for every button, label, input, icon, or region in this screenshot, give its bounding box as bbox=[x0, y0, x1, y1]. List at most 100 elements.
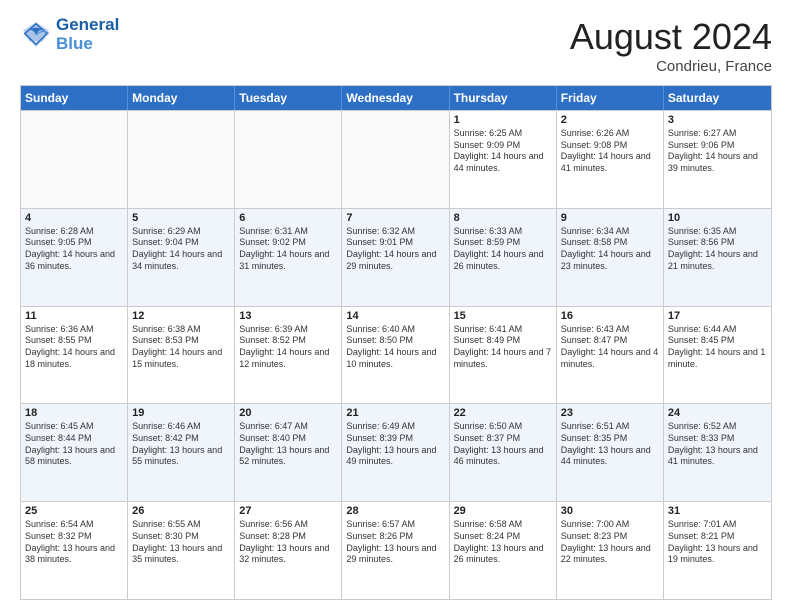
cell-info: Sunrise: 7:00 AM Sunset: 8:23 PM Dayligh… bbox=[561, 519, 659, 566]
day-number: 1 bbox=[454, 114, 552, 126]
day-cell-16: 16Sunrise: 6:43 AM Sunset: 8:47 PM Dayli… bbox=[557, 307, 664, 404]
calendar-row-3: 18 Sunrise: 6:45 AM Sunset: 8:44 PM Dayli… bbox=[21, 403, 771, 501]
day-number: 25 bbox=[25, 505, 123, 517]
day-number: 20 bbox=[239, 407, 337, 419]
header-day-friday: Friday bbox=[557, 86, 664, 110]
day-number: 12 bbox=[132, 310, 230, 322]
logo-icon bbox=[20, 19, 52, 51]
cell-info: Sunrise: 6:54 AM Sunset: 8:32 PM Dayligh… bbox=[25, 519, 123, 566]
day-number: 8 bbox=[454, 212, 552, 224]
cell-info: Sunrise: 6:58 AM Sunset: 8:24 PM Dayligh… bbox=[454, 519, 552, 566]
day-cell-25: 25 Sunrise: 6:54 AM Sunset: 8:32 PM Dayli… bbox=[21, 502, 128, 599]
day-number: 31 bbox=[668, 505, 767, 517]
day-number: 7 bbox=[346, 212, 444, 224]
day-cell-19: 19Sunrise: 6:46 AM Sunset: 8:42 PM Dayli… bbox=[128, 404, 235, 501]
day-number: 26 bbox=[132, 505, 230, 517]
cell-info: Sunrise: 6:32 AM Sunset: 9:01 PM Dayligh… bbox=[346, 226, 444, 273]
header: General Blue August 2024 Condrieu, Franc… bbox=[20, 16, 772, 75]
day-cell-10: 10 Sunrise: 6:35 AM Sunset: 8:56 PM Dayli… bbox=[664, 209, 771, 306]
cell-info: Sunrise: 6:36 AM Sunset: 8:55 PM Dayligh… bbox=[25, 324, 123, 371]
calendar-header: SundayMondayTuesdayWednesdayThursdayFrid… bbox=[21, 86, 771, 110]
day-cell-31: 31 Sunrise: 7:01 AM Sunset: 8:21 PM Dayli… bbox=[664, 502, 771, 599]
month-year: August 2024 bbox=[570, 16, 772, 58]
cell-info: Sunrise: 6:26 AM Sunset: 9:08 PM Dayligh… bbox=[561, 128, 659, 175]
day-number: 15 bbox=[454, 310, 552, 322]
cell-info: Sunrise: 6:50 AM Sunset: 8:37 PM Dayligh… bbox=[454, 421, 552, 468]
calendar-row-0: 1 Sunrise: 6:25 AM Sunset: 9:09 PM Daylig… bbox=[21, 110, 771, 208]
day-cell-30: 30 Sunrise: 7:00 AM Sunset: 8:23 PM Dayli… bbox=[557, 502, 664, 599]
day-number: 6 bbox=[239, 212, 337, 224]
day-cell-6: 6 Sunrise: 6:31 AM Sunset: 9:02 PM Daylig… bbox=[235, 209, 342, 306]
calendar-row-4: 25 Sunrise: 6:54 AM Sunset: 8:32 PM Dayli… bbox=[21, 501, 771, 599]
day-cell-11: 11 Sunrise: 6:36 AM Sunset: 8:55 PM Dayli… bbox=[21, 307, 128, 404]
day-cell-5: 5Sunrise: 6:29 AM Sunset: 9:04 PM Daylig… bbox=[128, 209, 235, 306]
day-cell-empty-0-3 bbox=[342, 111, 449, 208]
day-cell-28: 28 Sunrise: 6:57 AM Sunset: 8:26 PM Dayli… bbox=[342, 502, 449, 599]
day-number: 17 bbox=[668, 310, 767, 322]
logo-text: General Blue bbox=[56, 16, 119, 53]
day-cell-12: 12Sunrise: 6:38 AM Sunset: 8:53 PM Dayli… bbox=[128, 307, 235, 404]
cell-info: Sunrise: 6:51 AM Sunset: 8:35 PM Dayligh… bbox=[561, 421, 659, 468]
day-number: 23 bbox=[561, 407, 659, 419]
cell-info: Sunrise: 6:44 AM Sunset: 8:45 PM Dayligh… bbox=[668, 324, 767, 371]
day-cell-27: 27 Sunrise: 6:56 AM Sunset: 8:28 PM Dayli… bbox=[235, 502, 342, 599]
cell-info: Sunrise: 6:55 AM Sunset: 8:30 PM Dayligh… bbox=[132, 519, 230, 566]
day-number: 22 bbox=[454, 407, 552, 419]
calendar-body: 1 Sunrise: 6:25 AM Sunset: 9:09 PM Daylig… bbox=[21, 110, 771, 599]
day-number: 3 bbox=[668, 114, 767, 126]
day-cell-8: 8 Sunrise: 6:33 AM Sunset: 8:59 PM Daylig… bbox=[450, 209, 557, 306]
day-cell-7: 7 Sunrise: 6:32 AM Sunset: 9:01 PM Daylig… bbox=[342, 209, 449, 306]
day-cell-21: 21Sunrise: 6:49 AM Sunset: 8:39 PM Dayli… bbox=[342, 404, 449, 501]
cell-info: Sunrise: 6:34 AM Sunset: 8:58 PM Dayligh… bbox=[561, 226, 659, 273]
day-number: 28 bbox=[346, 505, 444, 517]
cell-info: Sunrise: 6:46 AM Sunset: 8:42 PM Dayligh… bbox=[132, 421, 230, 468]
day-number: 14 bbox=[346, 310, 444, 322]
day-cell-empty-0-0 bbox=[21, 111, 128, 208]
logo: General Blue bbox=[20, 16, 119, 53]
day-number: 2 bbox=[561, 114, 659, 126]
day-number: 9 bbox=[561, 212, 659, 224]
day-cell-24: 24 Sunrise: 6:52 AM Sunset: 8:33 PM Dayli… bbox=[664, 404, 771, 501]
day-cell-14: 14Sunrise: 6:40 AM Sunset: 8:50 PM Dayli… bbox=[342, 307, 449, 404]
day-cell-15: 15 Sunrise: 6:41 AM Sunset: 8:49 PM Dayli… bbox=[450, 307, 557, 404]
cell-info: Sunrise: 6:35 AM Sunset: 8:56 PM Dayligh… bbox=[668, 226, 767, 273]
day-cell-23: 23 Sunrise: 6:51 AM Sunset: 8:35 PM Dayli… bbox=[557, 404, 664, 501]
cell-info: Sunrise: 6:52 AM Sunset: 8:33 PM Dayligh… bbox=[668, 421, 767, 468]
cell-info: Sunrise: 6:57 AM Sunset: 8:26 PM Dayligh… bbox=[346, 519, 444, 566]
cell-info: Sunrise: 7:01 AM Sunset: 8:21 PM Dayligh… bbox=[668, 519, 767, 566]
day-number: 18 bbox=[25, 407, 123, 419]
day-cell-26: 26 Sunrise: 6:55 AM Sunset: 8:30 PM Dayli… bbox=[128, 502, 235, 599]
header-day-thursday: Thursday bbox=[450, 86, 557, 110]
cell-info: Sunrise: 6:43 AM Sunset: 8:47 PM Dayligh… bbox=[561, 324, 659, 371]
cell-info: Sunrise: 6:45 AM Sunset: 8:44 PM Dayligh… bbox=[25, 421, 123, 468]
cell-info: Sunrise: 6:39 AM Sunset: 8:52 PM Dayligh… bbox=[239, 324, 337, 371]
cell-info: Sunrise: 6:25 AM Sunset: 9:09 PM Dayligh… bbox=[454, 128, 552, 175]
header-day-wednesday: Wednesday bbox=[342, 86, 449, 110]
day-number: 4 bbox=[25, 212, 123, 224]
day-number: 10 bbox=[668, 212, 767, 224]
day-number: 29 bbox=[454, 505, 552, 517]
header-day-saturday: Saturday bbox=[664, 86, 771, 110]
cell-info: Sunrise: 6:31 AM Sunset: 9:02 PM Dayligh… bbox=[239, 226, 337, 273]
location: Condrieu, France bbox=[570, 58, 772, 75]
calendar-row-2: 11 Sunrise: 6:36 AM Sunset: 8:55 PM Dayli… bbox=[21, 306, 771, 404]
header-day-sunday: Sunday bbox=[21, 86, 128, 110]
logo-general: General bbox=[56, 15, 119, 34]
day-number: 27 bbox=[239, 505, 337, 517]
day-number: 30 bbox=[561, 505, 659, 517]
cell-info: Sunrise: 6:27 AM Sunset: 9:06 PM Dayligh… bbox=[668, 128, 767, 175]
cell-info: Sunrise: 6:47 AM Sunset: 8:40 PM Dayligh… bbox=[239, 421, 337, 468]
day-cell-22: 22 Sunrise: 6:50 AM Sunset: 8:37 PM Dayli… bbox=[450, 404, 557, 501]
day-number: 24 bbox=[668, 407, 767, 419]
day-cell-4: 4Sunrise: 6:28 AM Sunset: 9:05 PM Daylig… bbox=[21, 209, 128, 306]
day-number: 11 bbox=[25, 310, 123, 322]
cell-info: Sunrise: 6:56 AM Sunset: 8:28 PM Dayligh… bbox=[239, 519, 337, 566]
day-cell-20: 20 Sunrise: 6:47 AM Sunset: 8:40 PM Dayli… bbox=[235, 404, 342, 501]
cell-info: Sunrise: 6:41 AM Sunset: 8:49 PM Dayligh… bbox=[454, 324, 552, 371]
day-cell-empty-0-1 bbox=[128, 111, 235, 208]
day-cell-13: 13Sunrise: 6:39 AM Sunset: 8:52 PM Dayli… bbox=[235, 307, 342, 404]
day-number: 21 bbox=[346, 407, 444, 419]
day-cell-empty-0-2 bbox=[235, 111, 342, 208]
calendar: SundayMondayTuesdayWednesdayThursdayFrid… bbox=[20, 85, 772, 600]
cell-info: Sunrise: 6:33 AM Sunset: 8:59 PM Dayligh… bbox=[454, 226, 552, 273]
